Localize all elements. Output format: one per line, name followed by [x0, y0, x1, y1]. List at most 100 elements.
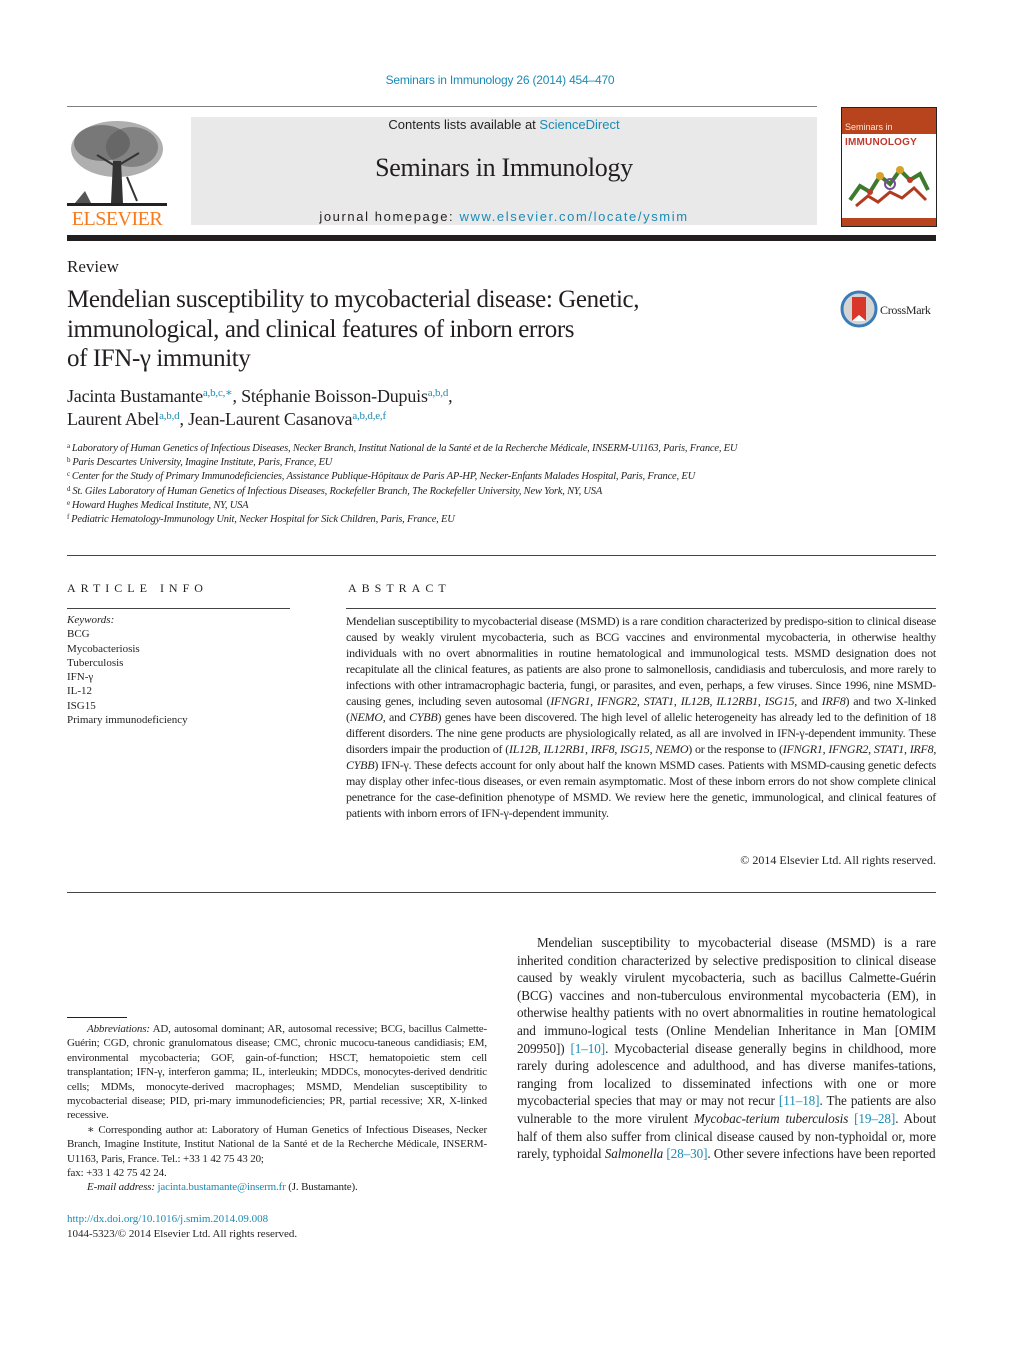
italic-term: IFNGR1 — [550, 694, 591, 708]
keyword: Mycobacteriosis — [67, 642, 140, 655]
affiliation-text: Howard Hughes Medical Institute, NY, USA — [71, 499, 249, 511]
author-name[interactable]: Jean-Laurent Casanova — [188, 409, 352, 429]
abstract-heading: ABSTRACT — [348, 581, 451, 595]
author-affiliation-marks[interactable]: a,b,d,e,f — [352, 410, 386, 422]
italic-term: NEMO — [349, 710, 383, 724]
abbreviations-text: AD, autosomal dominant; AR, autosomal re… — [67, 1023, 487, 1122]
text-run: , — [933, 742, 937, 756]
abstract-text: Mendelian susceptibility to mycobacteria… — [346, 613, 936, 821]
elsevier-logo[interactable]: ELSEVIER — [67, 117, 167, 229]
affiliation-text: Pediatric Hematology-Immunology Unit, Ne… — [71, 514, 455, 526]
email-link[interactable]: jacinta.bustamante@inserm.fr — [158, 1181, 286, 1193]
text-run: , — [636, 694, 644, 708]
email-line: E-mail address: jacinta.bustamante@inser… — [67, 1180, 487, 1194]
author-affiliation-marks[interactable]: a,b,d — [428, 387, 449, 399]
article-type: Review — [67, 257, 119, 276]
title-line: of IFN-γ immunity — [67, 345, 251, 372]
author-separator: , — [232, 386, 242, 406]
journal-masthead: Contents lists available at ScienceDirec… — [191, 117, 817, 225]
text-run: , — [673, 694, 681, 708]
crossmark-button[interactable]: CrossMark — [840, 290, 940, 330]
text-run: , and — [382, 710, 410, 724]
article-info-rule — [67, 608, 290, 609]
author-affiliation-marks[interactable]: a,b,c,∗ — [203, 387, 233, 399]
author-name[interactable]: Laurent Abel — [67, 409, 159, 429]
italic-term: STAT1 — [643, 694, 674, 708]
keyword: Tuberculosis — [67, 656, 124, 669]
author-separator: , — [179, 409, 189, 429]
author-name[interactable]: Stéphanie Boisson-Dupuis — [241, 386, 428, 406]
text-run: , — [757, 694, 765, 708]
homepage-prefix: journal homepage: — [319, 209, 460, 224]
title-line: immunological, and clinical features of … — [67, 315, 575, 343]
introduction-text: Mendelian susceptibility to mycobacteria… — [517, 934, 936, 1163]
affiliation-text: Center for the Study of Primary Immunode… — [71, 471, 695, 483]
italic-term: CYBB — [346, 758, 375, 772]
article-info-heading: ARTICLE INFO — [67, 581, 208, 595]
italic-term: IFNGR1 — [782, 742, 823, 756]
italic-term: IL12B — [680, 694, 710, 708]
elsevier-wordmark: ELSEVIER — [71, 208, 163, 230]
affiliation-item: d St. Giles Laboratory of Human Genetics … — [67, 485, 827, 499]
abstract-copyright: © 2014 Elsevier Ltd. All rights reserved… — [740, 853, 936, 867]
reference-link[interactable]: [19–28] — [854, 1111, 895, 1126]
journal-citation[interactable]: Seminars in Immunology 26 (2014) 454–470 — [0, 73, 1000, 87]
italic-term: ISG15 — [620, 742, 650, 756]
molecule-illustration-icon — [848, 166, 930, 208]
journal-name: Seminars in Immunology — [375, 153, 633, 182]
affiliation-key: a — [67, 442, 70, 450]
sciencedirect-link[interactable]: ScienceDirect — [539, 117, 619, 132]
italic-term: Mycobac-­terium tuberculosis — [693, 1110, 849, 1126]
text-run: . Other severe infections have been repo… — [707, 1146, 936, 1162]
abbreviations-footnote: Abbreviations: AD, autosomal dominant; A… — [67, 1022, 487, 1123]
affiliation-key: d — [67, 484, 71, 493]
footnotes: Abbreviations: AD, autosomal dominant; A… — [67, 1022, 487, 1195]
italic-term: IRF8 — [909, 742, 934, 756]
masthead-rule — [67, 235, 936, 241]
italic-term: CYBB — [409, 710, 438, 724]
section-divider — [67, 892, 936, 893]
keyword: BCG — [67, 628, 90, 641]
text-run: Mendelian susceptibility to mycobacteria… — [517, 935, 936, 1056]
contents-line: Contents lists available at ScienceDirec… — [191, 117, 817, 132]
title-line: Mendelian susceptibility to mycobacteria… — [67, 286, 640, 313]
issn-copyright: 1044-5323/© 2014 Elsevier Ltd. All right… — [67, 1227, 298, 1240]
affiliation-text: St. Giles Laboratory of Human Genetics o… — [72, 485, 603, 497]
header-rule — [67, 106, 817, 107]
keywords-block: Keywords: BCG Mycobacteriosis Tuberculos… — [67, 613, 297, 727]
reference-link[interactable]: [1–10] — [571, 1041, 606, 1056]
keyword: IFN-γ — [67, 671, 94, 684]
homepage-line: journal homepage: www.elsevier.com/locat… — [191, 209, 817, 224]
abstract-rule — [346, 608, 936, 609]
fax-line: fax: +33 1 42 75 42 24. — [67, 1167, 167, 1180]
crossmark-label: CrossMark — [880, 303, 931, 317]
affiliation-item: c Center for the Study of Primary Immunod… — [67, 470, 827, 484]
text-run: ) IFN-γ. These defects account for only … — [346, 758, 936, 820]
keyword: Primary immunodeficiency — [67, 714, 188, 727]
section-divider — [67, 555, 936, 556]
abbreviations-label: Abbreviations: — [87, 1023, 150, 1035]
footnote-rule — [67, 1017, 127, 1018]
affiliation-item: a Laboratory of Human Genetics of Infecti… — [67, 442, 827, 456]
author-separator: , — [448, 386, 453, 406]
affiliation-key: c — [67, 470, 70, 479]
author-name[interactable]: Jacinta Bustamante — [67, 386, 203, 406]
italic-term: IL12RB1 — [716, 694, 758, 708]
doi-link[interactable]: http://dx.doi.org/10.1016/j.smim.2014.09… — [67, 1213, 268, 1225]
homepage-link[interactable]: www.elsevier.com/locate/ysmim — [459, 209, 688, 224]
author-affiliation-marks[interactable]: a,b,d — [159, 410, 180, 422]
body-paragraph: Mendelian susceptibility to mycobacteria… — [517, 934, 936, 1163]
affiliation-text: Laboratory of Human Genetics of Infectio… — [71, 443, 738, 454]
text-run: , and — [794, 694, 822, 708]
italic-term: Salmonella — [604, 1146, 664, 1162]
italic-term: ISG15 — [764, 694, 795, 708]
italic-term: IL12B — [508, 742, 538, 756]
journal-cover-thumbnail[interactable]: Seminars in IMMUNOLOGY — [841, 107, 937, 227]
affiliation-text: Paris Descartes University, Imagine Inst… — [72, 457, 333, 469]
reference-link[interactable]: [28–30] — [666, 1146, 707, 1161]
affiliation-item: f Pediatric Hematology-Immunology Unit, N… — [67, 513, 827, 527]
text-run: , — [590, 694, 598, 708]
reference-link[interactable]: [11–18] — [779, 1093, 820, 1108]
email-suffix: (J. Bustamante). — [285, 1181, 358, 1194]
author-list: Jacinta Bustamantea,b,c,∗, Stéphanie Boi… — [67, 385, 767, 431]
